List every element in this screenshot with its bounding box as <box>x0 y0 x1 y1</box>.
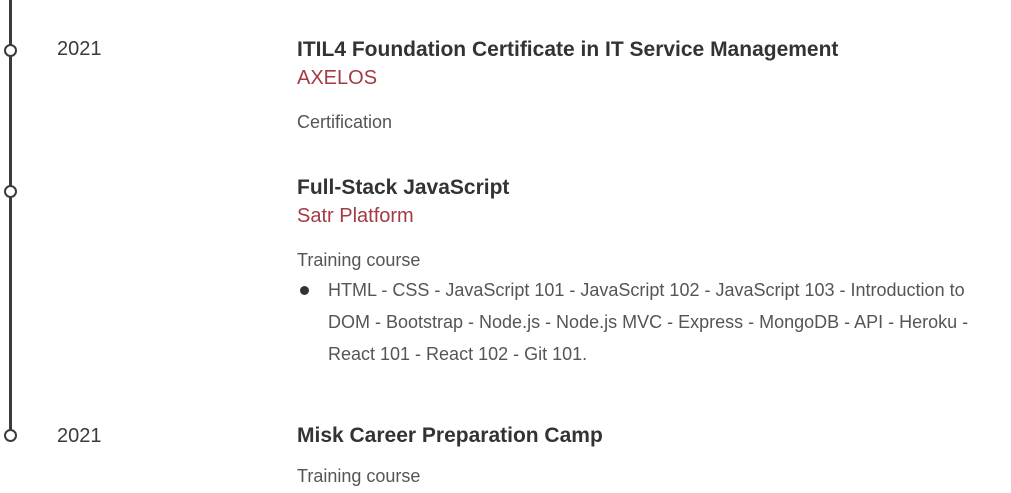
list-item-text: HTML - CSS - JavaScript 101 - JavaScript… <box>328 280 969 364</box>
list-item: HTML - CSS - JavaScript 101 - JavaScript… <box>297 274 997 370</box>
entry-details-list: HTML - CSS - JavaScript 101 - JavaScript… <box>297 274 997 370</box>
entry-type: Training course <box>297 250 421 270</box>
entry-content: Full-Stack JavaScript Satr Platform Trai… <box>297 174 997 370</box>
bullet-icon <box>300 286 309 295</box>
entry-title: Full-Stack JavaScript <box>297 176 510 199</box>
entry-content: Misk Career Preparation Camp Training co… <box>297 422 997 488</box>
entry-content: ITIL4 Foundation Certificate in IT Servi… <box>297 36 997 134</box>
entry-organization: Satr Platform <box>297 205 414 227</box>
timeline-dot <box>4 429 17 442</box>
entry-type: Training course <box>297 466 421 486</box>
entry-type: Certification <box>297 112 393 132</box>
entry-title: Misk Career Preparation Camp <box>297 424 603 447</box>
timeline-line <box>9 0 12 434</box>
entry-year: 2021 <box>57 425 102 447</box>
timeline-dot <box>4 185 17 198</box>
entry-organization: AXELOS <box>297 67 378 89</box>
entry-year: 2021 <box>57 38 102 60</box>
entry-title: ITIL4 Foundation Certificate in IT Servi… <box>297 38 839 61</box>
timeline-dot <box>4 44 17 57</box>
